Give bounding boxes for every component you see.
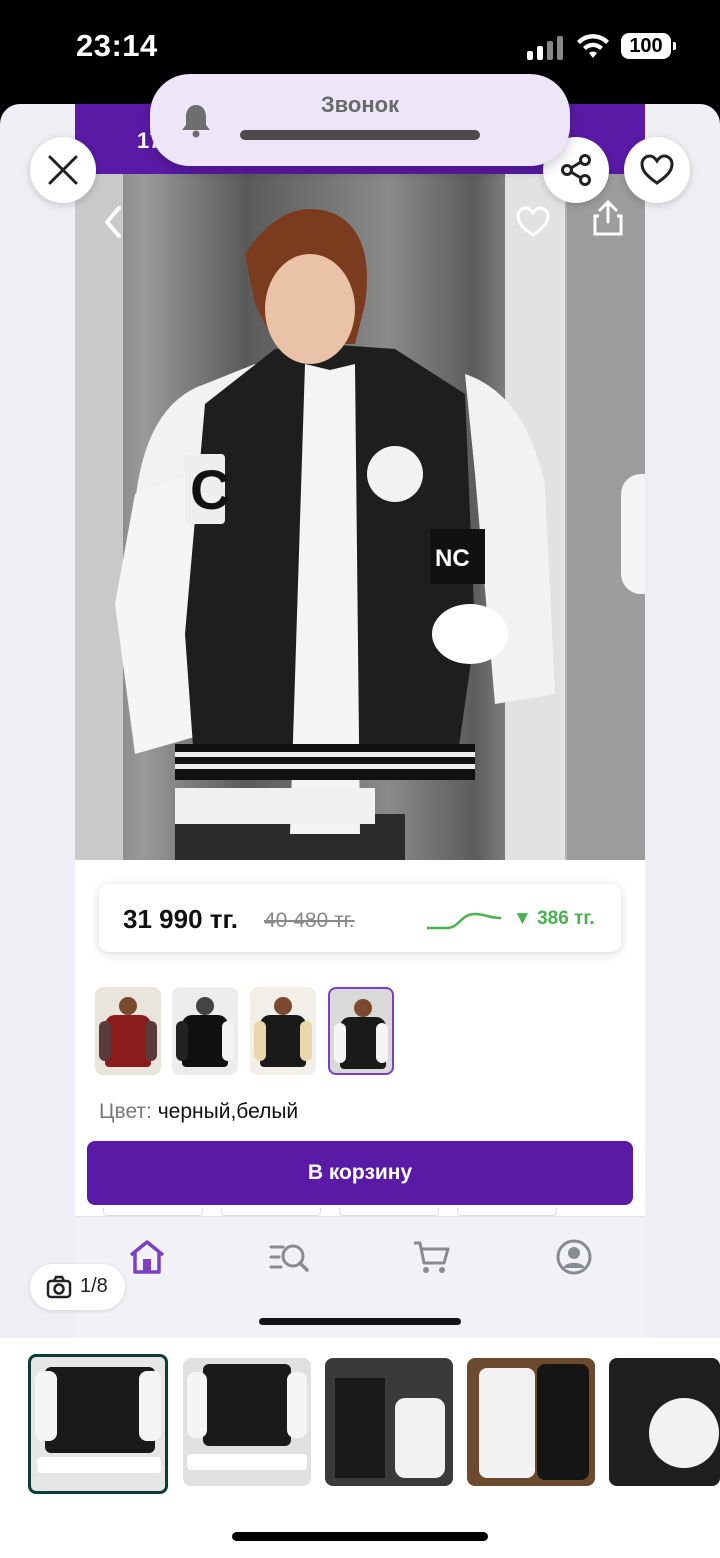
cart-icon[interactable]: [412, 1237, 452, 1277]
sheet-home-indicator: [259, 1318, 461, 1325]
gallery-thumb-selected[interactable]: [28, 1354, 168, 1494]
color-variant-thumb[interactable]: [172, 987, 238, 1075]
price-drop-badge: ▼ 386 тг.: [513, 908, 595, 929]
product-sheet: 17 C NC 31 990 тг. 40 480 тг. ▼ 386 тг. …: [0, 104, 720, 1344]
product-page: 17 C NC 31 990 тг. 40 480 тг. ▼ 386 тг. …: [75, 104, 645, 1344]
status-time: 23:14: [76, 28, 158, 63]
chevron-left-icon[interactable]: [99, 202, 129, 242]
photo-counter-text: 1/8: [80, 1275, 108, 1297]
call-banner[interactable]: Звонок: [150, 74, 570, 166]
close-icon: [48, 155, 78, 185]
catalog-search-icon[interactable]: [269, 1237, 309, 1277]
camera-icon: [46, 1275, 72, 1299]
home-icon[interactable]: [127, 1237, 167, 1277]
home-indicator: [232, 1532, 488, 1541]
svg-text:NC: NC: [435, 545, 470, 572]
gallery-thumb[interactable]: [609, 1358, 720, 1486]
color-variant-thumb[interactable]: [250, 987, 316, 1075]
price-old: 40 480 тг.: [264, 909, 355, 932]
price-card: 31 990 тг. 40 480 тг. ▼ 386 тг.: [99, 884, 621, 952]
wifi-icon: [577, 34, 609, 58]
upload-icon[interactable]: [591, 198, 625, 238]
profile-icon[interactable]: [554, 1237, 594, 1277]
battery-indicator: 100: [621, 33, 676, 59]
svg-text:C: C: [190, 458, 230, 521]
jacket-illustration: C NC: [115, 209, 555, 860]
color-value: черный,белый: [157, 1100, 299, 1123]
price-current: 31 990 тг.: [123, 904, 238, 934]
call-progress-bar: [240, 130, 480, 140]
bottom-safe-area: [0, 1500, 720, 1558]
color-info: Цвет: черный,белый: [99, 1100, 298, 1124]
call-title: Звонок: [320, 92, 400, 117]
share-icon: [561, 154, 591, 186]
add-to-cart-button[interactable]: В корзину: [87, 1141, 633, 1205]
heart-icon: [640, 154, 674, 185]
gallery-thumb[interactable]: [183, 1358, 311, 1486]
close-button[interactable]: [30, 137, 96, 203]
gallery-thumb[interactable]: [467, 1358, 595, 1486]
signal-icon: [527, 36, 563, 60]
product-photo[interactable]: C NC: [75, 174, 645, 860]
gallery-strip: [0, 1338, 720, 1500]
price-history-sparkline[interactable]: [425, 906, 503, 934]
favorite-button[interactable]: [624, 137, 690, 203]
photo-counter[interactable]: 1/8: [30, 1264, 125, 1310]
color-variant-thumb-selected[interactable]: [328, 987, 394, 1075]
heart-icon[interactable]: [515, 204, 551, 240]
color-label: Цвет:: [99, 1100, 152, 1123]
gallery-thumb[interactable]: [325, 1358, 453, 1486]
color-variant-thumb[interactable]: [95, 987, 161, 1075]
